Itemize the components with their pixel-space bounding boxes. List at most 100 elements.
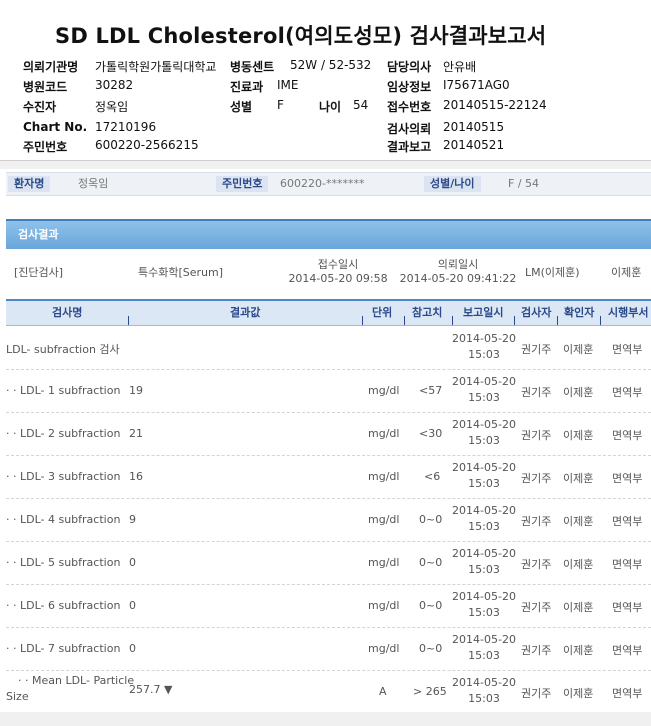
row-name: · · LDL- 3 subfraction [6,470,121,483]
row-dept: 면역부 [612,687,643,700]
col-ref-header[interactable]: 참고치 [412,304,442,320]
row-confirmer: 이제훈 [563,515,594,528]
clinical-value: I75671AG0 [443,78,510,92]
row-time: 15:03 [468,563,500,576]
col-tester-header[interactable]: 검사자 [521,304,551,320]
receipt-time-value: 2014-05-20 09:58 [288,272,388,285]
section-title: 검사결과 [18,228,59,241]
table-row[interactable]: · · Mean LDL- Particle Size 257.7 ▼ A > … [6,670,651,713]
receipt-label: 접수번호 [387,100,432,114]
row-time: 15:03 [468,434,500,447]
request-time-label: 의뢰일시 [437,258,479,271]
row-unit: mg/dl [368,642,400,655]
table-row[interactable]: · · LDL- 6 subfraction 0 mg/dl 0~0 2014-… [6,584,651,628]
row-confirmer: 이제훈 [563,687,594,700]
age-value: 54 [353,98,369,112]
row-name: · · LDL- 1 subfraction [6,384,121,397]
row-ref: 0~0 [419,513,443,526]
ward-value: 52W / 52-532 [290,58,372,72]
col-reported-header[interactable]: 보고일시 [463,304,503,320]
row-tester: 권기주 [521,601,552,614]
result-value: 20140521 [443,138,505,152]
col-confirmer-header[interactable]: 확인자 [564,304,594,320]
row-result: 0 [129,642,136,655]
row-confirmer: 이제훈 [563,601,594,614]
table-row[interactable]: · · LDL- 5 subfraction 0 mg/dl 0~0 2014-… [6,541,651,585]
row-confirmer: 이제훈 [563,472,594,485]
table-row[interactable]: · · LDL- 1 subfraction 19 mg/dl <57 2014… [6,369,651,413]
row-tester: 권기주 [521,429,552,442]
row-ref: > 265 [413,685,447,698]
column-divider [600,316,601,325]
rrn-value: 600220-2566215 [95,138,199,152]
row-time: 15:03 [468,649,500,662]
request-time-value: 2014-05-20 09:41:22 [399,272,517,285]
row-unit: mg/dl [368,384,400,397]
divider [0,160,651,169]
report-title: SD LDL Cholesterol(여의도성모) 검사결과보고서 [55,24,547,48]
receipt-time-label: 접수일시 [317,258,359,271]
row-date: 2014-05-20 [452,504,516,517]
row-result: 21 [129,427,143,440]
row-tester: 권기주 [521,687,552,700]
sex-label: 성별 [230,100,253,114]
row-tester: 권기주 [521,558,552,571]
table-row[interactable]: · · LDL- 4 subfraction 9 mg/dl 0~0 2014-… [6,498,651,542]
row-tester: 권기주 [521,644,552,657]
row-date: 2014-05-20 [452,332,516,345]
column-divider [128,316,129,325]
row-dept: 면역부 [612,343,643,356]
row-name: · · LDL- 5 subfraction [6,556,121,569]
col-dept-header[interactable]: 시행부서 [608,304,648,320]
institution-value: 가톨릭학원가톨릭대학교 [95,60,217,74]
table-row[interactable]: · · LDL- 2 subfraction 21 mg/dl <30 2014… [6,412,651,456]
row-time: 15:03 [468,520,500,533]
row-unit: A [379,685,387,698]
table-header [6,299,651,326]
row-name-cont: Size [6,690,29,703]
row-time: 15:03 [468,477,500,490]
row-time: 15:03 [468,391,500,404]
table-row[interactable]: LDL- subfraction 검사 2014-05-20 15:03 권기주… [6,326,651,370]
patient-name-value: 정옥임 [78,177,109,190]
row-unit: mg/dl [368,470,400,483]
row-dept: 면역부 [612,472,643,485]
row-result: 0 [129,599,136,612]
bottom-edge [0,712,651,726]
col-result-header[interactable]: 결과값 [230,304,260,320]
rrn-label: 주민번호 [23,140,68,154]
row-unit: mg/dl [368,599,400,612]
row-result: 9 [129,513,136,526]
table-row[interactable]: · · LDL- 7 subfraction 0 mg/dl 0~0 2014-… [6,627,651,671]
chart-label: Chart No. [23,120,88,134]
row-unit: mg/dl [368,556,400,569]
row-result: 257.7 ▼ [129,683,173,696]
column-divider [557,316,558,325]
row-confirmer: 이제훈 [563,558,594,571]
dept-label: 진료과 [230,80,264,94]
row-date: 2014-05-20 [452,633,516,646]
row-unit: mg/dl [368,427,400,440]
row-confirmer: 이제훈 [563,386,594,399]
column-divider [362,316,363,325]
request-value: 20140515 [443,120,505,134]
receipt-value: 20140515-22124 [443,98,547,112]
hospcode-value: 30282 [95,78,134,92]
chart-value: 17210196 [95,120,157,134]
row-result: 16 [129,470,143,483]
row-name: LDL- subfraction 검사 [6,343,120,356]
lm-name: 이제훈 [611,266,642,279]
row-time: 15:03 [468,348,500,361]
row-confirmer: 이제훈 [563,343,594,356]
row-date: 2014-05-20 [452,375,516,388]
table-row[interactable]: · · LDL- 3 subfraction 16 mg/dl <6 2014-… [6,455,651,499]
column-divider [514,316,515,325]
row-ref: 0~0 [419,599,443,612]
row-ref: 0~0 [419,642,443,655]
row-name: · · LDL- 7 subfraction [6,642,121,655]
patient-rrn-label: 주민번호 [216,176,269,192]
col-name-header[interactable]: 검사명 [52,304,82,320]
row-result: 0 [129,556,136,569]
col-unit-header[interactable]: 단위 [372,304,392,320]
recipient-value: 정옥임 [95,100,129,114]
